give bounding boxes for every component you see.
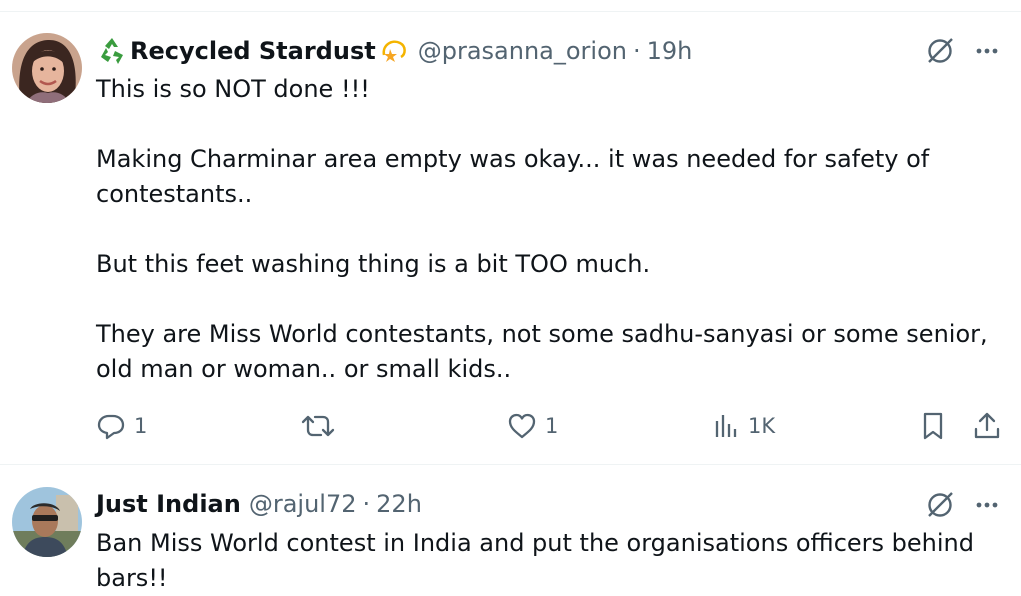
post-paragraph: But this feet washing thing is a bit TOO… (96, 250, 651, 278)
handle[interactable]: @prasanna_orion (418, 37, 627, 65)
post[interactable]: Recycled Stardust @prasanna_orion · 19h … (0, 0, 1021, 464)
bookmark-button[interactable] (918, 408, 948, 444)
display-name[interactable]: Just Indian (96, 490, 241, 518)
timestamp[interactable]: 22h (376, 490, 422, 518)
bookmark-icon (918, 411, 948, 441)
recycle-icon (96, 35, 128, 67)
separator: · (632, 37, 641, 65)
repost-icon (301, 411, 335, 441)
avatar[interactable] (12, 487, 82, 557)
post-paragraph: This is so NOT done !!! (96, 75, 370, 103)
more-icon[interactable] (970, 488, 1004, 522)
post[interactable]: Just Indian @rajul72 · 22h Ban Miss Worl… (0, 465, 1021, 596)
share-button[interactable] (972, 408, 1002, 444)
like-button[interactable]: 1 (507, 408, 558, 444)
reply-button[interactable]: 1 (96, 408, 147, 444)
reply-icon (96, 411, 126, 441)
post-text: Ban Miss World contest in India and put … (96, 526, 996, 596)
post-header: Recycled Stardust @prasanna_orion · 19h (96, 35, 692, 67)
reply-count: 1 (134, 414, 148, 438)
heart-icon (507, 411, 537, 441)
grok-icon[interactable] (923, 488, 957, 522)
post-text: This is so NOT done !!! Making Charminar… (96, 72, 996, 387)
avatar[interactable] (12, 33, 82, 103)
post-header: Just Indian @rajul72 · 22h (96, 488, 422, 520)
repost-button[interactable] (301, 408, 343, 444)
timestamp[interactable]: 19h (647, 37, 693, 65)
action-bar: 1 1 1K (0, 408, 1021, 444)
handle[interactable]: @rajul72 (249, 490, 357, 518)
post-paragraph: They are Miss World contestants, not som… (96, 320, 988, 383)
display-name[interactable]: Recycled Stardust (130, 37, 376, 65)
view-count: 1K (748, 414, 776, 438)
share-icon (972, 411, 1002, 441)
views-button[interactable]: 1K (714, 408, 775, 444)
post-paragraph: Ban Miss World contest in India and put … (96, 529, 974, 592)
dizzy-star-icon (378, 35, 410, 67)
post-paragraph: Making Charminar area empty was okay... … (96, 145, 930, 208)
separator: · (362, 490, 371, 518)
grok-icon[interactable] (923, 34, 957, 68)
analytics-icon (714, 411, 740, 441)
more-icon[interactable] (970, 34, 1004, 68)
like-count: 1 (545, 414, 559, 438)
